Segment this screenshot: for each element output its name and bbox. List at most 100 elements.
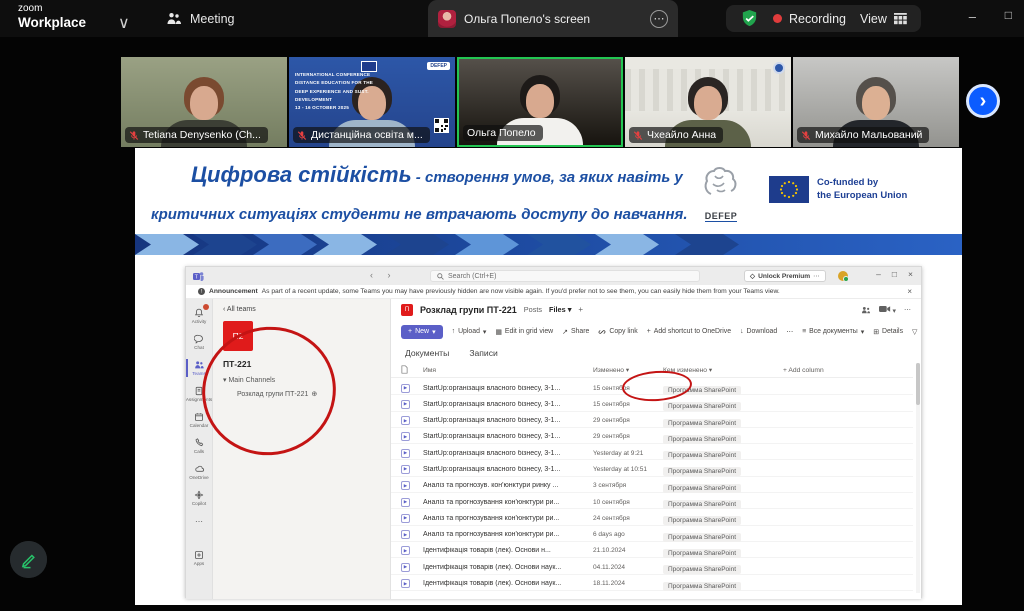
file-name[interactable]: StartUp:організація власного бізнесу, 3-… <box>423 433 593 440</box>
file-name[interactable]: Аналіз та прогнозування кон'юнктури ри..… <box>423 499 593 506</box>
rail-item-calls[interactable]: Calls <box>186 433 212 459</box>
rail-item-apps[interactable]: Apps <box>186 545 212 571</box>
scrollbar-thumb[interactable] <box>916 363 920 405</box>
add-column-button[interactable]: + Add column <box>783 367 913 374</box>
rail-item-chat[interactable]: Chat <box>186 329 212 355</box>
file-name[interactable]: Ідентифікація товарів (лек). Основи наук… <box>423 564 593 571</box>
file-row[interactable]: ▶ StartUp:організація власного бізнесу, … <box>391 444 913 460</box>
next-participants-button[interactable]: › <box>966 84 1000 118</box>
gallery-grid-icon <box>894 13 907 25</box>
file-row[interactable]: ▶ Аналіз та прогнозув. кон'юнктури ринку… <box>391 477 913 493</box>
chevron-down-icon[interactable]: ∨ <box>118 13 130 33</box>
rail-item-onedrive[interactable]: OneDrive <box>186 459 212 485</box>
copy-link-button[interactable]: Copy link <box>598 328 637 336</box>
nav-back-forward-icons[interactable]: ‹ › <box>370 270 397 280</box>
video-tile-active-speaker[interactable]: Ольга Попело <box>457 57 623 147</box>
video-file-icon: ▶ <box>401 546 410 555</box>
teams-restore-icon[interactable]: □ <box>892 269 897 279</box>
all-teams-back[interactable]: ‹ All teams <box>223 306 256 313</box>
announcement-close-icon[interactable]: × <box>907 287 912 296</box>
new-button[interactable]: +New▾ <box>401 325 443 339</box>
chevron-right-icon: › <box>980 91 987 111</box>
teams-avatar[interactable] <box>838 271 848 281</box>
file-row[interactable]: ▶ Аналіз та прогнозування кон'юнктури ри… <box>391 493 913 509</box>
filter-icon[interactable]: ▽ <box>912 328 917 336</box>
file-name[interactable]: StartUp:організація власного бізнесу, 3-… <box>423 417 593 424</box>
view-button[interactable]: View <box>860 12 907 26</box>
add-shortcut-button[interactable]: +Add shortcut to OneDrive <box>647 328 731 335</box>
rail-item-copilot[interactable]: Copilot <box>186 485 212 511</box>
zoom-workplace-logo: zoom Workplace <box>18 4 86 30</box>
tab-meeting[interactable]: Meeting <box>166 0 234 37</box>
maximize-button[interactable]: □ <box>1005 8 1012 22</box>
video-tile[interactable]: INTERNATIONAL CONFERENCE DISTANCE EDUCAT… <box>289 57 455 147</box>
tab-options-icon[interactable]: ⋯ <box>650 10 668 28</box>
tab-files[interactable]: Files ▾ <box>549 305 571 314</box>
file-name[interactable]: Аналіз та прогнозув. кон'юнктури ринку .… <box>423 482 593 489</box>
rail-more-apps-icon[interactable]: ⋯ <box>195 511 203 531</box>
upload-button[interactable]: ↑Upload▾ <box>452 328 487 336</box>
recording-dot-icon <box>773 14 782 23</box>
file-row[interactable]: ▶ Ідентифікація товарів (лек). Основи на… <box>391 558 913 574</box>
file-modified-by: Программа SharePoint <box>663 402 741 411</box>
file-row[interactable]: ▶ StartUp:організація власного бізнесу, … <box>391 412 913 428</box>
view-label: View <box>860 12 887 26</box>
share-button[interactable]: ↗Share <box>562 328 589 336</box>
file-name[interactable]: StartUp:організація власного бізнесу, 3-… <box>423 401 593 408</box>
meet-camera-icon[interactable]: ▾ <box>879 305 896 315</box>
teams-search-input[interactable]: Search (Ctrl+E) <box>430 270 700 282</box>
file-row[interactable]: ▶ Ідентифікація товарів (лек). Основи на… <box>391 575 913 591</box>
share-icon: ↗ <box>562 328 568 336</box>
participant-name: Михайло Мальований <box>815 129 922 141</box>
video-tile[interactable]: Tetiana Denysenko (Ch... <box>121 57 287 147</box>
file-row[interactable]: ▶ Аналіз та прогнозування кон'юнктури ри… <box>391 509 913 525</box>
security-shield-icon[interactable] <box>740 9 759 28</box>
tab-documents[interactable]: Документы <box>405 348 449 358</box>
file-name[interactable]: Аналіз та прогнозування кон'юнктури ри..… <box>423 515 593 522</box>
file-name[interactable]: StartUp:організація власного бізнесу, 3-… <box>423 466 593 473</box>
recording-indicator[interactable]: Recording <box>773 12 846 26</box>
toolbar-more-icon[interactable]: ⋯ <box>786 328 793 336</box>
shared-screen-stage: Цифрова стійкість - створення умов, за я… <box>0 148 1024 605</box>
all-documents-dropdown[interactable]: ≡Все документы▾ <box>802 328 864 336</box>
teams-close-icon[interactable]: × <box>908 269 913 279</box>
annotate-pencil-button[interactable] <box>10 541 47 578</box>
teams-minimize-icon[interactable]: – <box>876 269 881 279</box>
members-icon[interactable] <box>861 306 871 314</box>
file-row[interactable]: ▶ StartUp:організація власного бізнесу, … <box>391 428 913 444</box>
file-name[interactable]: Ідентифікація товарів (лек). Основи н... <box>423 547 593 554</box>
download-button[interactable]: ↓Download <box>740 328 777 335</box>
add-tab-icon[interactable]: + <box>578 305 583 314</box>
meeting-tab-label: Meeting <box>190 12 234 26</box>
file-modified-date: 24 сентября <box>593 515 663 522</box>
unlock-premium-button[interactable]: ◇ Unlock Premium ⋯ <box>744 270 826 282</box>
file-modified-by: Программа SharePoint <box>663 516 741 525</box>
video-tile[interactable]: Михайло Мальований <box>793 57 959 147</box>
file-row[interactable]: ▶ StartUp:організація власного бізнесу, … <box>391 460 913 476</box>
minimize-button[interactable]: – <box>969 9 976 24</box>
details-button[interactable]: ⊞Details <box>873 328 903 336</box>
file-name[interactable]: StartUp:організація власного бізнесу, 3-… <box>423 385 593 392</box>
file-name[interactable]: Ідентифікація товарів (лек). Основи наук… <box>423 580 593 587</box>
shortcut-icon: + <box>647 328 651 335</box>
tab-posts[interactable]: Posts <box>524 305 542 314</box>
tab-shared-screen[interactable]: Ольга Попело's screen ⋯ <box>428 0 678 37</box>
file-modified-by: Программа SharePoint <box>663 419 741 428</box>
file-name[interactable]: Аналіз та прогнозування кон'юнктури ри..… <box>423 531 593 538</box>
video-file-icon: ▶ <box>401 416 410 425</box>
avatar <box>438 10 456 28</box>
rail-item-activity[interactable]: Activity <box>186 303 212 329</box>
slide-title-line1: Цифрова стійкість - створення умов, за я… <box>191 162 683 188</box>
file-row[interactable]: ▶ Ідентифікація товарів (лек). Основи н.… <box>391 542 913 558</box>
tab-records[interactable]: Записи <box>469 348 498 358</box>
more-options-icon[interactable]: ⋯ <box>904 306 911 314</box>
mic-muted-icon <box>297 130 307 141</box>
file-row[interactable]: ▶ Аналіз та прогнозування кон'юнктури ри… <box>391 526 913 542</box>
edit-grid-button[interactable]: ▦Edit in grid view <box>495 328 553 336</box>
file-name[interactable]: StartUp:організація власного бізнесу, 3-… <box>423 450 593 457</box>
video-tile[interactable]: Чхеайло Анна <box>625 57 791 147</box>
scrollbar[interactable] <box>916 363 920 593</box>
zoom-workplace-window: zoom Workplace ∨ Meeting Ольга Попело's … <box>0 0 1024 611</box>
file-modified-by: Программа SharePoint <box>663 435 741 444</box>
column-name[interactable]: Имя <box>423 367 593 374</box>
